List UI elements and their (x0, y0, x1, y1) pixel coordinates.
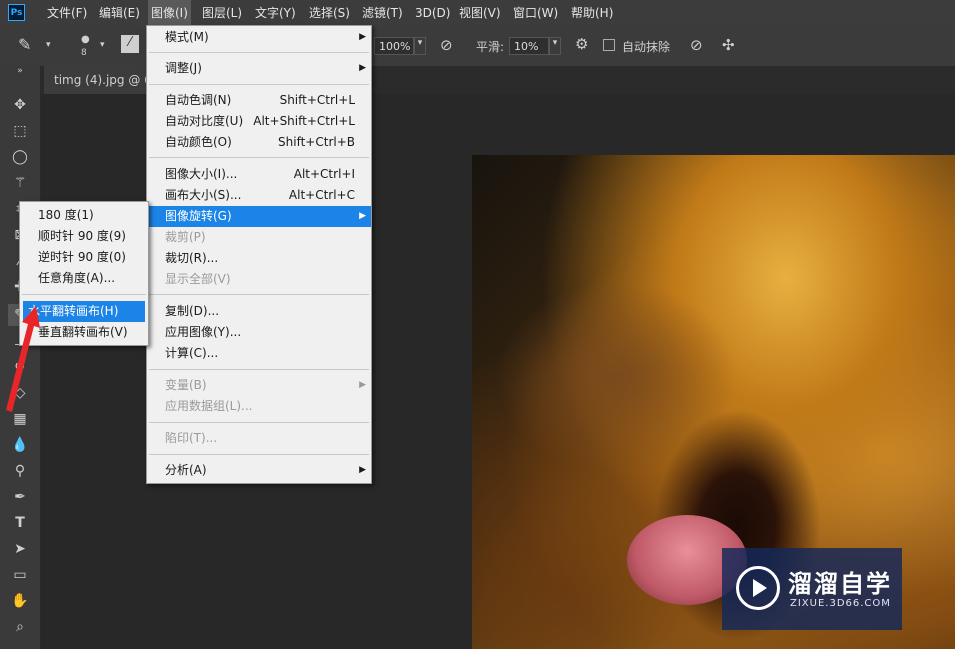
menu-bar: Ps 文件(F) 编辑(E) 图像(I) 图层(L) 文字(Y) 选择(S) 滤… (0, 0, 955, 26)
menu-item-calculations[interactable]: 计算(C)... (147, 343, 371, 364)
hand-tool-icon[interactable]: ✋ (8, 590, 32, 612)
menu-divider (149, 454, 369, 455)
brush-settings-icon[interactable]: ⁄ (121, 35, 139, 53)
menu-item-rotate-ccw-90[interactable]: 逆时针 90 度(0) (20, 247, 148, 268)
menu-edit[interactable]: 编辑(E) (96, 0, 143, 26)
submenu-arrow-icon: ▶ (359, 32, 366, 42)
menu-item-image-rotation[interactable]: 图像旋转(G) ▶ (147, 206, 371, 227)
menu-window[interactable]: 窗口(W) (510, 0, 561, 26)
smooth-label: 平滑: (476, 40, 505, 54)
auto-erase-checkbox[interactable] (603, 39, 615, 51)
menu-item-adjustments[interactable]: 调整(J) ▶ (147, 58, 371, 79)
menu-item-auto-contrast[interactable]: 自动对比度(U) Alt+Shift+Ctrl+L (147, 111, 371, 132)
gear-icon[interactable]: ⚙ (575, 35, 588, 53)
watermark-title: 溜溜自学 (788, 570, 892, 598)
dodge-tool-icon[interactable]: ⚲ (8, 460, 32, 482)
submenu-arrow-icon: ▶ (359, 465, 366, 475)
menu-item-image-size[interactable]: 图像大小(I)... Alt+Ctrl+I (147, 164, 371, 185)
menu-item-auto-color[interactable]: 自动颜色(O) Shift+Ctrl+B (147, 132, 371, 153)
image-menu-dropdown: 模式(M) ▶ 调整(J) ▶ 自动色调(N) Shift+Ctrl+L 自动对比度(… (146, 25, 372, 484)
submenu-arrow-icon: ▶ (359, 380, 366, 390)
zoom-tool-icon[interactable]: ⌕ (8, 616, 32, 638)
annotation-arrow-icon (6, 306, 40, 412)
rectangle-tool-icon[interactable]: ▭ (8, 564, 32, 586)
menu-item-apply-image[interactable]: 应用图像(Y)... (147, 322, 371, 343)
menu-item-crop[interactable]: 裁剪(P) (147, 227, 371, 248)
submenu-arrow-icon: ▶ (359, 63, 366, 73)
blur-tool-icon[interactable]: 💧 (8, 434, 32, 456)
magic-wand-tool-icon[interactable]: ⚚ (8, 172, 32, 194)
menu-item-auto-tone[interactable]: 自动色调(N) Shift+Ctrl+L (147, 90, 371, 111)
chevron-down-icon[interactable]: ▾ (549, 37, 561, 55)
menu-help[interactable]: 帮助(H) (568, 0, 616, 26)
menu-item-arbitrary-angle[interactable]: 任意角度(A)... (20, 268, 148, 289)
play-logo-icon (736, 566, 780, 610)
marquee-tool-icon[interactable]: ⬚ (8, 120, 32, 142)
collapse-icon[interactable]: » (8, 66, 32, 76)
menu-filter[interactable]: 滤镜(T) (359, 0, 406, 26)
chevron-down-icon[interactable]: ▾ (414, 37, 426, 55)
menu-item-trap[interactable]: 陷印(T)... (147, 428, 371, 449)
lasso-tool-icon[interactable]: ◯ (8, 146, 32, 168)
type-tool-icon[interactable]: T (8, 512, 32, 534)
pressure-size-icon[interactable]: ⊘ (690, 36, 703, 54)
pressure-opacity-icon[interactable]: ⊘ (440, 36, 453, 54)
menu-divider (149, 157, 369, 158)
brush-size: 8 (81, 48, 87, 58)
menu-select[interactable]: 选择(S) (306, 0, 353, 26)
menu-item-mode[interactable]: 模式(M) ▶ (147, 27, 371, 48)
menu-item-variables[interactable]: 变量(B) ▶ (147, 375, 371, 396)
menu-item-flip-horizontal[interactable]: 水平翻转画布(H) (23, 301, 145, 322)
brush-tool-icon[interactable]: ✎ (18, 35, 31, 54)
smooth-field[interactable]: 10% (509, 37, 549, 55)
pen-tool-icon[interactable]: ✒ (8, 486, 32, 508)
watermark: 溜溜自学 ZIXUE.3D66.COM (722, 548, 902, 630)
auto-erase-label: 自动抹除 (622, 40, 671, 54)
watermark-subtitle: ZIXUE.3D66.COM (790, 598, 891, 609)
symmetry-icon[interactable]: ✣ (722, 36, 735, 54)
opacity-field[interactable]: 100% (374, 37, 414, 55)
photoshop-logo: Ps (8, 4, 25, 21)
menu-layer[interactable]: 图层(L) (199, 0, 245, 26)
move-tool-icon[interactable]: ✥ (8, 94, 32, 116)
menu-item-reveal-all[interactable]: 显示全部(V) (147, 269, 371, 290)
menu-item-canvas-size[interactable]: 画布大小(S)... Alt+Ctrl+C (147, 185, 371, 206)
menu-image[interactable]: 图像(I) (148, 0, 191, 26)
chevron-down-icon[interactable]: ▾ (100, 40, 105, 50)
menu-divider (149, 294, 369, 295)
menu-item-rotate-cw-90[interactable]: 顺时针 90 度(9) (20, 226, 148, 247)
menu-file[interactable]: 文件(F) (44, 0, 90, 26)
options-bar: ✎ ▾ ● 8 ▾ ⁄ 100% ▾ ⊘ 平滑: 10% ▾ ⚙ 自动抹除 ⊘ … (0, 26, 955, 67)
chevron-down-icon[interactable]: ▾ (46, 40, 51, 50)
submenu-arrow-icon: ▶ (359, 211, 366, 221)
path-selection-tool-icon[interactable]: ➤ (8, 538, 32, 560)
menu-item-apply-data-set[interactable]: 应用数据组(L)... (147, 396, 371, 417)
menu-divider (22, 294, 146, 295)
menu-item-analysis[interactable]: 分析(A) ▶ (147, 460, 371, 481)
brush-preset-icon[interactable]: ● (81, 34, 90, 45)
menu-item-trim[interactable]: 裁切(R)... (147, 248, 371, 269)
menu-item-rotate-180[interactable]: 180 度(1) (20, 205, 148, 226)
menu-divider (149, 84, 369, 85)
menu-3d[interactable]: 3D(D) (412, 0, 453, 26)
menu-item-duplicate[interactable]: 复制(D)... (147, 301, 371, 322)
menu-divider (149, 369, 369, 370)
menu-view[interactable]: 视图(V) (456, 0, 504, 26)
menu-type[interactable]: 文字(Y) (252, 0, 299, 26)
menu-divider (149, 52, 369, 53)
menu-divider (149, 422, 369, 423)
